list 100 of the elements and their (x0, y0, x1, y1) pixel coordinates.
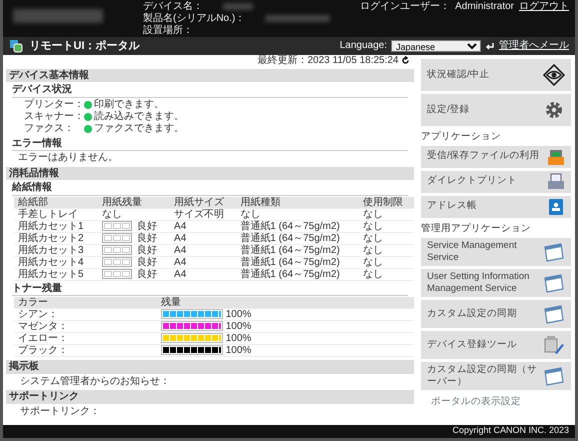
paper-remaining-text: 良好 (137, 256, 158, 268)
table-cell: A4 (170, 220, 236, 232)
apply-icon (485, 41, 495, 51)
table-cell: なし (359, 208, 414, 220)
page-title: リモートUI：ポータル (30, 40, 140, 52)
portal-menu-button[interactable]: User Setting Information Management Service (421, 268, 571, 297)
file-tray-icon (547, 148, 565, 166)
table-cell: なし (359, 268, 414, 280)
table-cell: A4 (170, 232, 236, 244)
blurred-value (265, 15, 330, 22)
portal-menu-button[interactable]: 設定/登録 (421, 94, 571, 126)
portal-menu-button[interactable]: 状況確認/中止 (421, 59, 571, 91)
window-icon (543, 242, 565, 262)
field-label: 製品名(シリアルNo.)： (143, 13, 246, 24)
copyright-text: Copyright CANON INC. 2023 (3, 425, 575, 438)
notice-text: システム管理者からのお知らせ： (20, 376, 171, 387)
paper-remaining-text: 良好 (137, 220, 158, 232)
subsection-header: トナー残量 (12, 282, 408, 296)
table-cell: シアン： (14, 308, 158, 320)
status-text: 読み込みできます。 (94, 110, 184, 122)
window-icon (543, 272, 565, 293)
eye-icon (543, 64, 565, 86)
column-header: 使用制限 (359, 196, 414, 208)
status-text: ファクスできます。 (94, 122, 184, 134)
toner-reading: 100% (226, 345, 252, 356)
table-cell: なし (359, 232, 414, 244)
toner-reading: 100% (226, 333, 252, 344)
paper-remaining-text: 良好 (137, 244, 158, 256)
table-cell: 普通紙1 (64～75g/m2) (236, 244, 360, 256)
column-header: カラー (14, 297, 158, 308)
table-cell: なし (359, 220, 414, 232)
section-header: 掲示板 (6, 360, 414, 374)
printer-icon (547, 172, 565, 191)
login-label: ログインユーザー： (360, 1, 450, 14)
column-header: 用紙残量 (98, 196, 170, 208)
table-cell: なし (359, 244, 414, 256)
table-cell: A4 (170, 268, 236, 280)
column-header: 用紙サイズ (170, 196, 236, 208)
paper-remaining-text: 良好 (137, 232, 158, 244)
field-label: 設置場所： (143, 25, 193, 37)
portal-icon (9, 39, 23, 53)
table-cell: A4 (170, 244, 236, 256)
table-cell: 普通紙1 (64～75g/m2) (236, 232, 360, 244)
table-cell: 用紙カセット3 (14, 244, 98, 256)
paper-remaining-text: 良好 (137, 268, 158, 280)
sidebar-heading: アプリケーション (421, 132, 502, 143)
table-cell: 普通紙1 (64～75g/m2) (236, 268, 360, 280)
column-header: 給紙部 (14, 196, 98, 208)
subsection-header: エラー情報 (12, 138, 408, 151)
table-cell: イエロー： (14, 332, 158, 344)
address-book-icon (547, 198, 565, 216)
section-header: 消耗品情報 (6, 166, 414, 180)
table-cell: 用紙カセット1 (14, 220, 98, 232)
portal-menu-button[interactable]: カスタム設定の同期（サーバー） (421, 362, 571, 390)
portal-menu-button[interactable]: アドレス帳 (421, 196, 571, 218)
field-label: デバイス名： (143, 1, 203, 12)
error-text: エラーはありません。 (18, 152, 119, 164)
table-cell: マゼンタ： (14, 320, 158, 332)
subsection-header: 給紙情報 (12, 182, 408, 196)
portal-menu-button[interactable]: ダイレクトプリント (421, 170, 571, 193)
language-label: Language: (340, 40, 387, 52)
table-cell: 手差しトレイ (14, 208, 98, 220)
last-updated-text: 最終更新：2023 11/05 18:25:24 (257, 55, 398, 66)
table-cell: 普通紙1 (64～75g/m2) (236, 220, 360, 232)
status-label: ファクス： (24, 122, 75, 134)
support-text: サポートリンク： (20, 406, 101, 417)
gear-icon (543, 99, 565, 121)
subsection-header: デバイス状況 (12, 84, 408, 98)
table-cell: 用紙カセット4 (14, 256, 98, 268)
logout-link[interactable]: ログアウト (519, 1, 569, 36)
portal-settings-link[interactable]: ポータルの表示設定 (431, 396, 571, 408)
paper-remaining-text: なし (102, 208, 122, 220)
table-cell: 普通紙1 (64～75g/m2) (236, 256, 360, 268)
portal-menu-button[interactable]: 受信/保存ファイルの利用 (421, 146, 571, 168)
column-header: 用紙種類 (236, 196, 360, 208)
window-icon (543, 366, 565, 386)
status-label: プリンター： (24, 98, 84, 110)
column-header: 残量 (157, 297, 414, 308)
portal-menu-button[interactable]: カスタム設定の同期 (421, 300, 571, 328)
table-cell: なし (236, 208, 360, 220)
section-header: デバイス基本情報 (6, 68, 414, 82)
language-select[interactable]: Japanese (391, 40, 481, 52)
table-cell: サイズ不明 (170, 208, 236, 220)
refresh-icon (401, 56, 410, 66)
table-cell: 用紙カセット2 (14, 232, 98, 244)
login-user: Administrator (455, 1, 514, 14)
table-cell: 用紙カセット5 (14, 268, 98, 280)
device-drawing (543, 334, 565, 355)
sidebar-heading: 管理用アプリケーション (421, 224, 532, 235)
portal-menu-button[interactable]: Service Management Service (421, 238, 571, 266)
table-cell: A4 (170, 256, 236, 268)
table-cell: ブラック： (14, 344, 158, 356)
section-header: サポートリンク (6, 390, 414, 404)
status-label: スキャナー： (24, 110, 84, 122)
status-text: 印刷できます。 (94, 98, 164, 110)
portal-menu-button[interactable]: デバイス登録ツール (421, 330, 571, 359)
mail-admin-link[interactable]: 管理者へメール (499, 40, 569, 52)
table-cell: なし (359, 256, 414, 268)
window-icon (543, 304, 565, 324)
blurred-value (223, 3, 253, 10)
